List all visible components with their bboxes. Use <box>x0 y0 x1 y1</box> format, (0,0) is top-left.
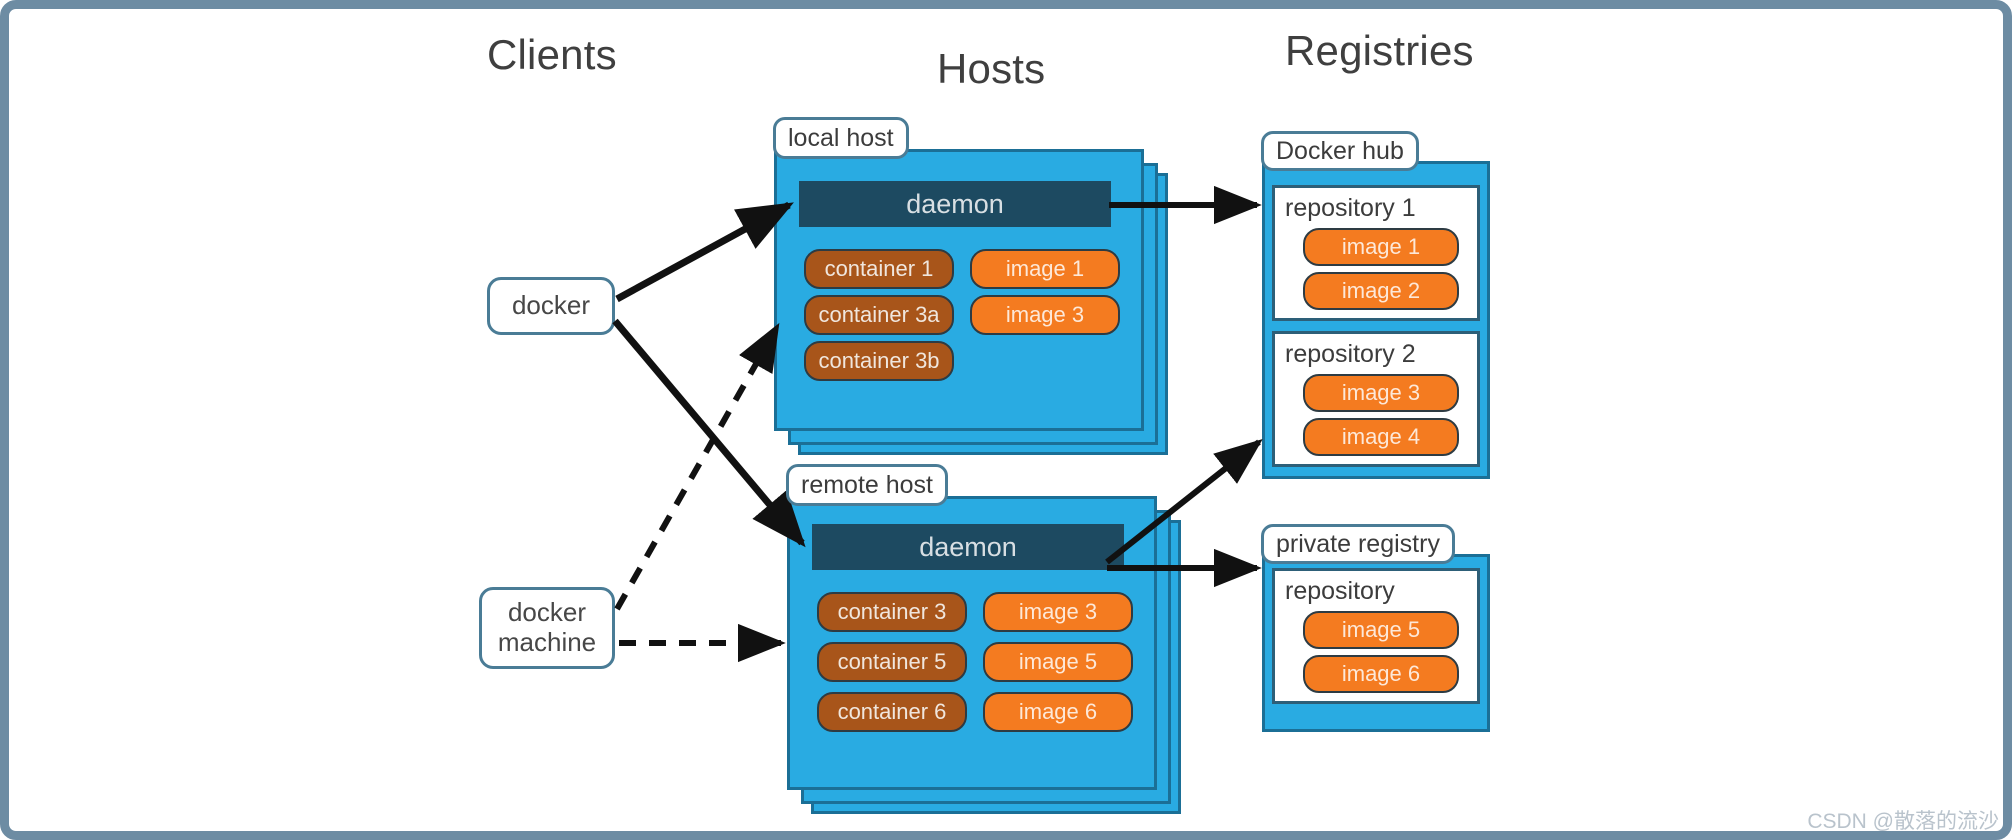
local-host-daemon[interactable]: daemon <box>799 181 1111 227</box>
local-container-1[interactable]: container 1 <box>804 249 954 289</box>
host-local-host-tab: local host <box>773 117 909 159</box>
repository-2-label: repository 2 <box>1285 340 1416 368</box>
remote-container-6[interactable]: container 6 <box>817 692 967 732</box>
host-local-host[interactable]: local host daemon container 1 container … <box>773 117 1174 459</box>
host-local-host-tab-label: local host <box>788 123 894 152</box>
client-docker-machine[interactable]: docker machine <box>479 587 615 669</box>
watermark: CSDN @散落的流沙 <box>1807 810 1999 833</box>
column-title-clients: Clients <box>487 31 617 78</box>
registry-private-registry[interactable]: private registry repository image 5 imag… <box>1261 524 1494 734</box>
private-repo-image-6[interactable]: image 6 <box>1303 655 1459 693</box>
local-host-daemon-label: daemon <box>906 188 1004 219</box>
remote-host-daemon[interactable]: daemon <box>812 524 1124 570</box>
remote-image-5[interactable]: image 5 <box>983 642 1133 682</box>
hub-repo2-image-4-label: image 4 <box>1341 424 1421 449</box>
private-repository-label: repository <box>1285 577 1395 605</box>
client-docker-label: docker <box>511 290 591 321</box>
local-container-3a[interactable]: container 3a <box>804 295 954 335</box>
remote-container-3[interactable]: container 3 <box>817 592 967 632</box>
client-docker[interactable]: docker <box>487 277 615 335</box>
client-docker-machine-label-line2: machine <box>497 627 597 657</box>
column-title-registries: Registries <box>1285 27 1474 74</box>
remote-container-6-label: container 6 <box>837 699 947 724</box>
registry-docker-hub-tab-label: Docker hub <box>1276 136 1404 165</box>
private-repo-image-5[interactable]: image 5 <box>1303 611 1459 649</box>
remote-image-6[interactable]: image 6 <box>983 692 1133 732</box>
remote-container-3-label: container 3 <box>837 599 947 624</box>
registry-docker-hub-tab: Docker hub <box>1261 131 1419 171</box>
remote-container-5-label: container 5 <box>837 649 947 674</box>
local-container-3a-label: container 3a <box>818 302 940 327</box>
hub-repo1-image-1-label: image 1 <box>1341 234 1421 259</box>
local-image-1[interactable]: image 1 <box>970 249 1120 289</box>
client-docker-machine-label-line1: docker <box>507 597 587 628</box>
host-remote-host-tab: remote host <box>786 464 949 506</box>
local-image-1-label: image 1 <box>1005 256 1085 281</box>
local-container-1-label: container 1 <box>824 256 934 281</box>
hub-repo2-image-3[interactable]: image 3 <box>1303 374 1459 412</box>
remote-image-3-label: image 3 <box>1018 599 1098 624</box>
host-remote-host-tab-label: remote host <box>801 470 934 499</box>
local-image-3[interactable]: image 3 <box>970 295 1120 335</box>
registry-private-registry-tab-label: private registry <box>1276 529 1440 558</box>
registry-private-registry-tab: private registry <box>1261 524 1455 564</box>
diagram-frame: Clients Hosts Registries docker docker m… <box>0 0 2012 840</box>
host-remote-host[interactable]: remote host daemon container 3 container… <box>786 464 1187 826</box>
remote-image-3[interactable]: image 3 <box>983 592 1133 632</box>
hub-repo1-image-2-label: image 2 <box>1341 278 1421 303</box>
local-container-3b-label: container 3b <box>818 348 940 373</box>
arrow-docker-machine-to-local-host <box>614 322 780 611</box>
repository-1[interactable]: repository 1 image 1 image 2 <box>1272 185 1480 321</box>
column-title-hosts: Hosts <box>937 45 1046 92</box>
remote-host-daemon-label: daemon <box>919 531 1017 562</box>
repository-1-label: repository 1 <box>1285 194 1416 222</box>
registry-docker-hub[interactable]: Docker hub repository 1 image 1 image 2 … <box>1261 131 1494 481</box>
remote-image-5-label: image 5 <box>1018 649 1098 674</box>
remote-container-5[interactable]: container 5 <box>817 642 967 682</box>
repository-2[interactable]: repository 2 image 3 image 4 <box>1272 331 1480 467</box>
local-image-3-label: image 3 <box>1005 302 1085 327</box>
hub-repo2-image-3-label: image 3 <box>1341 380 1421 405</box>
hub-repo2-image-4[interactable]: image 4 <box>1303 418 1459 456</box>
remote-image-6-label: image 6 <box>1018 699 1098 724</box>
local-container-3b[interactable]: container 3b <box>804 341 954 381</box>
hub-repo1-image-1[interactable]: image 1 <box>1303 228 1459 266</box>
private-repo-image-6-label: image 6 <box>1341 661 1421 686</box>
diagram-canvas: Clients Hosts Registries docker docker m… <box>9 9 2003 833</box>
hub-repo1-image-2[interactable]: image 2 <box>1303 272 1459 310</box>
private-repository[interactable]: repository image 5 image 6 <box>1272 568 1480 704</box>
private-repo-image-5-label: image 5 <box>1341 617 1421 642</box>
arrow-docker-to-local-daemon <box>615 201 794 303</box>
